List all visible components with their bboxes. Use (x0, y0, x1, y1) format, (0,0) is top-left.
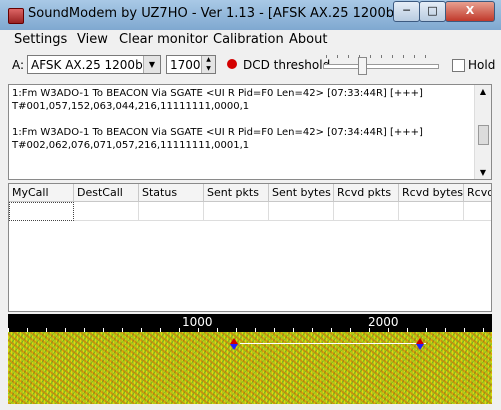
spin-down-icon[interactable]: ▼ (202, 65, 215, 73)
scroll-thumb[interactable] (478, 125, 489, 145)
spin-buttons: ▲ ▼ (201, 56, 215, 73)
monitor-line: 1:Fm W3ADO-1 To BEACON Via SGATE <UI R P… (12, 88, 423, 99)
modem-select[interactable]: AFSK AX.25 1200bd ▼ (27, 55, 161, 74)
menu-bar: Settings View Clear monitor Calibration … (0, 30, 501, 50)
modem-select-value: AFSK AX.25 1200bd (31, 58, 151, 72)
dcd-threshold-label: DCD threshold (243, 58, 331, 72)
axis-label-2000: 2000 (368, 315, 399, 329)
hold-checkbox[interactable] (452, 59, 465, 72)
frequency-axis: 1000 2000 (8, 314, 492, 332)
slider-ticks (326, 55, 436, 58)
maximize-button[interactable]: □ (419, 1, 446, 22)
menu-about[interactable]: About (289, 32, 327, 47)
grid-cell[interactable] (334, 202, 399, 221)
col-mycall[interactable]: MyCall (9, 184, 74, 202)
col-status[interactable]: Status (139, 184, 204, 202)
close-button[interactable]: X (445, 1, 495, 22)
title-bar[interactable]: SoundModem by UZ7HO - Ver 1.13 - [AFSK A… (0, 0, 501, 31)
window-title: SoundModem by UZ7HO - Ver 1.13 - [AFSK A… (28, 6, 408, 21)
col-rcvd-bytes[interactable]: Rcvd bytes (399, 184, 464, 202)
spin-up-icon[interactable]: ▲ (202, 56, 215, 64)
monitor-scrollbar[interactable]: ▲ ▼ (474, 85, 491, 179)
monitor-line: 1:Fm W3ADO-1 To BEACON Via SGATE <UI R P… (12, 127, 423, 138)
col-rcvd[interactable]: Rcvd (464, 184, 491, 202)
grid-cell[interactable] (269, 202, 334, 221)
col-rcvd-pkts[interactable]: Rcvd pkts (334, 184, 399, 202)
menu-view[interactable]: View (77, 32, 108, 47)
monitor-log[interactable]: 1:Fm W3ADO-1 To BEACON Via SGATE <UI R P… (8, 84, 492, 180)
marker-down-icon (230, 344, 238, 350)
grid-header: MyCall DestCall Status Sent pkts Sent by… (9, 184, 491, 202)
col-sent-pkts[interactable]: Sent pkts (204, 184, 269, 202)
chevron-down-icon[interactable]: ▼ (143, 56, 160, 73)
marker-down-icon (416, 344, 424, 350)
scroll-up-icon[interactable]: ▲ (475, 87, 491, 96)
dcd-threshold-slider[interactable] (320, 55, 440, 79)
grid-cell[interactable] (464, 202, 491, 221)
minimize-button[interactable]: ─ (393, 1, 420, 22)
grid-cell[interactable] (204, 202, 269, 221)
left-tone-marker[interactable] (230, 338, 238, 350)
axis-label-1000: 1000 (182, 315, 213, 329)
scroll-down-icon[interactable]: ▼ (475, 168, 491, 177)
monitor-line: T#002,062,076,071,057,216,11111111,0001,… (12, 140, 250, 151)
connections-grid[interactable]: MyCall DestCall Status Sent pkts Sent by… (8, 183, 492, 312)
col-destcall[interactable]: DestCall (74, 184, 139, 202)
hold-label: Hold (468, 58, 496, 72)
grid-cell[interactable] (139, 202, 204, 221)
dcd-led-indicator (227, 59, 237, 69)
grid-cell-selected[interactable] (9, 202, 74, 221)
menu-clear-monitor[interactable]: Clear monitor (119, 32, 208, 47)
frequency-value: 1700 (170, 58, 201, 72)
menu-calibration[interactable]: Calibration (213, 32, 284, 47)
right-tone-marker[interactable] (416, 338, 424, 350)
waterfall-display[interactable] (8, 332, 492, 404)
bandwidth-marker-line (240, 343, 426, 344)
menu-settings[interactable]: Settings (14, 32, 67, 47)
channel-label: A: (12, 58, 25, 72)
slider-thumb[interactable] (357, 57, 367, 75)
monitor-line: T#001,057,152,063,044,216,11111111,0000,… (12, 101, 250, 112)
grid-cell[interactable] (74, 202, 139, 221)
slider-track (323, 64, 439, 69)
col-sent-bytes[interactable]: Sent bytes (269, 184, 334, 202)
app-icon (8, 8, 24, 24)
frequency-stepper[interactable]: 1700 ▲ ▼ (166, 55, 216, 74)
grid-cell[interactable] (399, 202, 464, 221)
